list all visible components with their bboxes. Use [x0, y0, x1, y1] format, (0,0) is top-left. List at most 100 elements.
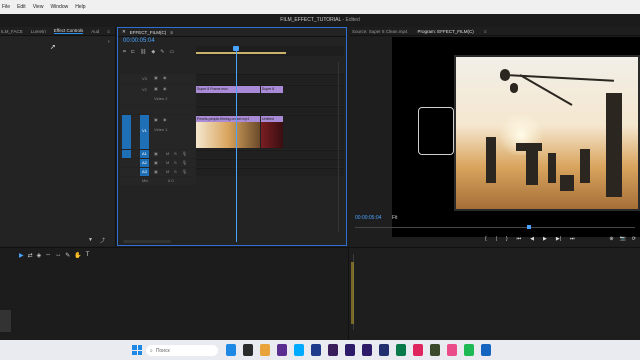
go-to-in-icon[interactable]: ⏮	[517, 236, 522, 242]
solo-icon[interactable]: S	[174, 169, 177, 174]
hand-tool-icon[interactable]: ✋	[74, 252, 81, 259]
pen-tool-icon[interactable]: ✎	[65, 252, 70, 259]
panel-menu-icon[interactable]: ≡	[484, 29, 487, 34]
timeline-panel: ✕ EFFECT_FILM(C) ≡ 00:00:05:04 ⌗ ⊏ ⛓ ◆ ✎…	[117, 27, 347, 246]
taskbar-app-icon[interactable]	[243, 344, 253, 356]
tab-audio[interactable]: Aud	[91, 29, 99, 34]
settings-icon[interactable]: ⟳	[632, 236, 636, 242]
play-icon[interactable]: ▶	[543, 236, 547, 242]
tab-source[interactable]: Source: Super 8 Clean.mp4	[352, 29, 408, 34]
collapse-arrow-icon[interactable]: ›	[108, 39, 110, 45]
solo-icon[interactable]: S	[174, 160, 177, 165]
taskbar-app-icon[interactable]	[464, 344, 474, 356]
eye-icon[interactable]: ◉	[163, 75, 167, 80]
timeline-timecode[interactable]: 00:00:05:04	[123, 38, 155, 44]
menu-edit[interactable]: Edit	[17, 4, 26, 10]
adjustment-clip[interactable]: Super 8	[261, 86, 283, 93]
zoom-select[interactable]: Fit	[392, 215, 398, 221]
taskbar-app-icon[interactable]	[294, 344, 304, 356]
mic-icon[interactable]: 🎙	[182, 151, 187, 156]
marker-icon[interactable]: ◆	[151, 49, 155, 55]
taskbar-app-icon[interactable]	[311, 344, 321, 356]
mark-out-icon[interactable]: }	[506, 236, 508, 242]
work-area-bar[interactable]	[196, 52, 286, 54]
step-back-icon[interactable]: ◀	[530, 236, 534, 242]
boom-mic	[510, 83, 518, 93]
taskbar-app-icon[interactable]	[362, 344, 372, 356]
playhead[interactable]	[236, 46, 237, 242]
lock-icon[interactable]: ▣	[154, 151, 158, 156]
adjustment-clip[interactable]: Super 8 Frame.mov	[196, 86, 260, 93]
snap-icon[interactable]: ⌗	[123, 49, 126, 55]
track-select-tool-icon[interactable]: ⇄	[28, 252, 33, 259]
tab-effect-controls[interactable]: Effect Controls	[53, 28, 84, 34]
taskbar-app-icon[interactable]	[413, 344, 423, 356]
source-patch-a1[interactable]	[122, 150, 131, 158]
taskbar-app-icon[interactable]	[226, 344, 236, 356]
mic-icon[interactable]: 🎙	[182, 160, 187, 165]
scrubber-handle[interactable]	[527, 225, 531, 229]
menu-view[interactable]: View	[33, 4, 44, 10]
eye-icon[interactable]: ◉	[163, 86, 167, 91]
close-icon[interactable]: ✕	[122, 29, 126, 35]
panel-menu-icon[interactable]: ≡	[107, 29, 110, 34]
mute-icon[interactable]: M	[166, 151, 169, 156]
tab-program[interactable]: Program: EFFECT_FILM(C)	[418, 29, 474, 34]
rolling-edit-tool-icon[interactable]: ⇔	[45, 252, 51, 259]
vertical-scrollbar[interactable]	[338, 62, 342, 232]
mic-icon[interactable]: 🎙	[182, 169, 187, 174]
time-ruler[interactable]	[196, 46, 344, 56]
taskbar-app-icon[interactable]	[481, 344, 491, 356]
solo-icon[interactable]: S	[174, 151, 177, 156]
ripple-edit-tool-icon[interactable]: ◈	[37, 252, 42, 259]
taskbar-app-icon[interactable]	[447, 344, 457, 356]
mix-value[interactable]: 0.0	[168, 178, 174, 183]
lock-icon[interactable]: ▣	[154, 86, 158, 91]
tab-sequence[interactable]: EFFECT_FILM(C)	[130, 30, 167, 35]
tab-lumetri[interactable]: Lumetri	[31, 29, 46, 34]
lock-icon[interactable]: ▣	[154, 169, 158, 174]
menu-file[interactable]: File	[2, 4, 10, 10]
return-icon[interactable]: ⤴	[100, 237, 105, 244]
source-patch-v1[interactable]	[122, 115, 131, 149]
menu-window[interactable]: Window	[50, 4, 68, 10]
taskbar-app-icon[interactable]	[277, 344, 287, 356]
taskbar-app-icon[interactable]	[430, 344, 440, 356]
taskbar-app-icon[interactable]	[260, 344, 270, 356]
wrench-icon[interactable]: ✎	[160, 49, 164, 55]
menu-help[interactable]: Help	[75, 4, 85, 10]
video-preview[interactable]	[392, 37, 640, 237]
program-timecode[interactable]: 00:00:05:04	[355, 215, 381, 221]
lock-icon[interactable]: ▣	[154, 117, 158, 122]
panel-menu-icon[interactable]: ≡	[170, 30, 173, 35]
export-frame-icon[interactable]: 📷	[620, 236, 626, 242]
horizontal-zoom-scrollbar[interactable]	[123, 240, 171, 243]
captions-icon[interactable]: ▭	[169, 49, 174, 55]
taskbar-app-icon[interactable]	[396, 344, 406, 356]
mute-icon[interactable]: M	[166, 160, 169, 165]
go-to-out-icon[interactable]: ⏭	[570, 236, 575, 242]
start-button[interactable]	[132, 345, 142, 355]
taskbar-app-icon[interactable]	[328, 344, 338, 356]
mark-in-icon[interactable]: {	[485, 236, 487, 242]
video-clip[interactable]: Pexels-people-filming-on-set.mp4	[196, 116, 260, 148]
slip-tool-icon[interactable]: ↔	[55, 252, 61, 259]
insert-icon[interactable]: ⊕	[609, 236, 613, 242]
step-forward-icon[interactable]: ▶|	[556, 236, 561, 242]
type-tool-icon[interactable]: T	[86, 252, 90, 259]
tab-ilm-face[interactable]: ILM_FACE	[1, 29, 23, 34]
taskbar-app-icon[interactable]	[379, 344, 389, 356]
add-marker-icon[interactable]: |	[496, 236, 497, 242]
filter-icon[interactable]: ▼	[88, 237, 93, 243]
ripple-icon[interactable]: ⊏	[131, 49, 135, 55]
selection-tool-icon[interactable]: ▶	[19, 252, 24, 259]
program-scrubber[interactable]	[355, 225, 635, 229]
lock-icon[interactable]: ▣	[154, 160, 158, 165]
taskbar-app-icon[interactable]	[345, 344, 355, 356]
eye-icon[interactable]: ◉	[163, 117, 167, 122]
mute-icon[interactable]: M	[166, 169, 169, 174]
video-clip[interactable]: Untitled	[261, 116, 283, 148]
lock-icon[interactable]: ▣	[154, 75, 158, 80]
linked-icon[interactable]: ⛓	[140, 49, 146, 55]
taskbar-search[interactable]: ⌕ Поиск	[146, 345, 218, 356]
